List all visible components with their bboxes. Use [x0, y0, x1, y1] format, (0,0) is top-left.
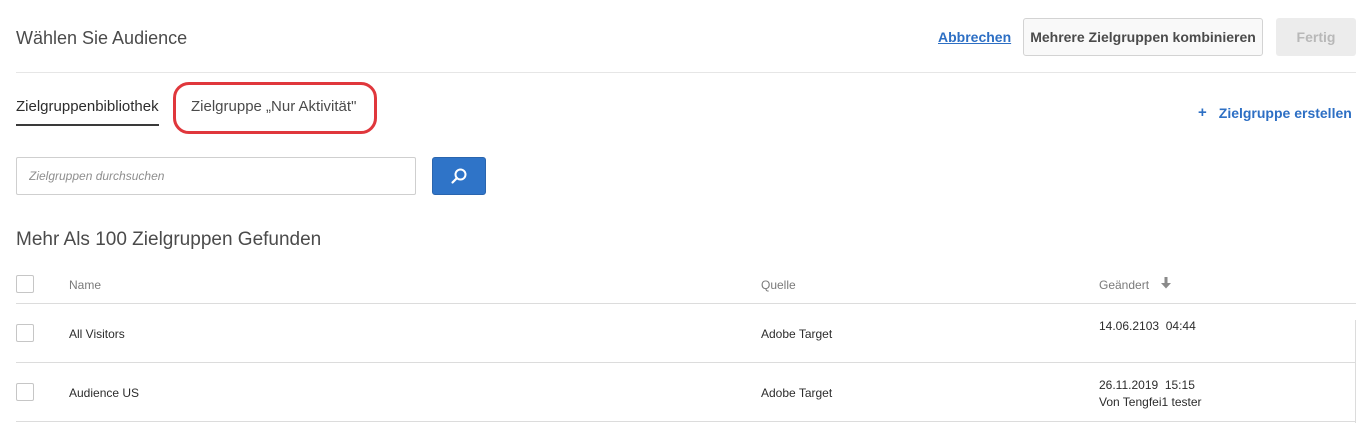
- create-audience-label: Zielgruppe erstellen: [1218, 104, 1352, 121]
- sort-descending-icon[interactable]: [1161, 277, 1171, 289]
- audience-name[interactable]: Audience US: [69, 386, 139, 400]
- search-icon: [451, 168, 467, 184]
- header-row-divider: [16, 303, 1356, 304]
- audience-modified-by: Von Tengfei1 tester: [1099, 395, 1202, 409]
- audience-modified: 14.06.2103 04:44: [1099, 319, 1196, 333]
- active-tab-indicator: [16, 124, 159, 126]
- highlight-annotation: [173, 82, 377, 134]
- audience-modified: 26.11.2019 15:15: [1099, 378, 1195, 392]
- search-button[interactable]: [432, 157, 486, 195]
- done-button[interactable]: Fertig: [1276, 18, 1356, 56]
- plus-icon: +: [1198, 104, 1207, 121]
- create-audience-link[interactable]: + Zielgruppe erstellen: [1198, 104, 1352, 121]
- audience-name[interactable]: All Visitors: [69, 327, 125, 341]
- audience-source: Adobe Target: [761, 386, 833, 400]
- select-all-checkbox[interactable]: [16, 275, 34, 293]
- tab-audience-library[interactable]: Zielgruppenbibliothek: [16, 98, 159, 115]
- table-row-divider: [16, 362, 1356, 363]
- table-row-divider: [16, 421, 1356, 422]
- search-input[interactable]: [16, 157, 416, 195]
- column-header-source[interactable]: Quelle: [761, 278, 796, 292]
- column-header-modified[interactable]: Geändert: [1099, 278, 1149, 292]
- page-title: Wählen Sie Audience: [16, 28, 188, 48]
- combine-audiences-button[interactable]: Mehrere Zielgruppen kombinieren: [1023, 18, 1263, 56]
- cancel-link[interactable]: Abbrechen: [938, 29, 1011, 45]
- result-count: Mehr Als 100 Zielgruppen Gefunden: [16, 229, 322, 250]
- scroll-edge: [1355, 320, 1356, 423]
- column-header-name[interactable]: Name: [69, 278, 101, 292]
- header-divider: [16, 72, 1356, 73]
- row-checkbox[interactable]: [16, 383, 34, 401]
- audience-source: Adobe Target: [761, 327, 833, 341]
- row-checkbox[interactable]: [16, 324, 34, 342]
